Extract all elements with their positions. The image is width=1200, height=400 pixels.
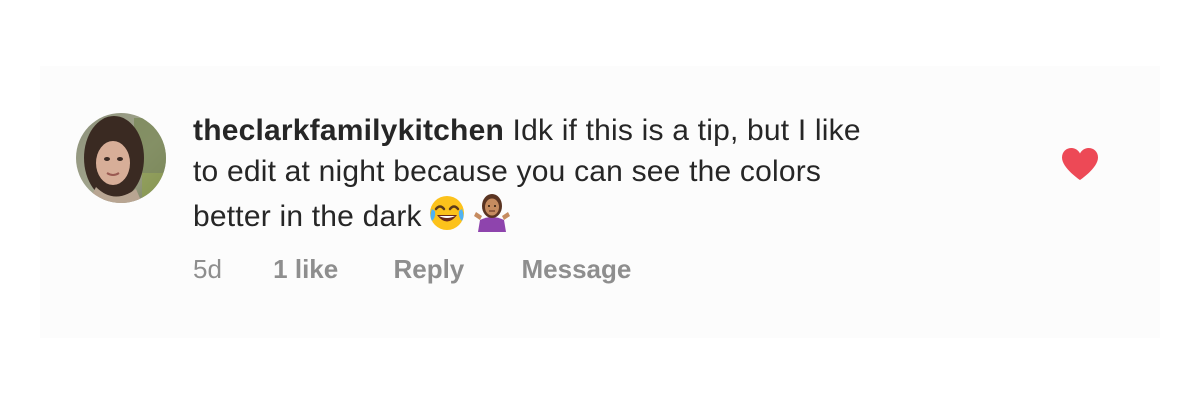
comment-text-line-2: to edit at night because you can see the… xyxy=(193,155,822,188)
comment-text: theclarkfamilykitchen Idk if this is a t… xyxy=(193,110,1033,243)
face-with-tears-of-joy-icon xyxy=(428,194,466,243)
message-button[interactable]: Message xyxy=(522,252,632,286)
heart-icon[interactable] xyxy=(1061,147,1099,181)
likes-count-button[interactable]: 1 like xyxy=(273,252,338,286)
avatar[interactable] xyxy=(76,113,166,203)
comment-text-line-1: Idk if this is a tip, but I like xyxy=(504,114,861,147)
comment-username[interactable]: theclarkfamilykitchen xyxy=(193,114,504,147)
comment-text-line-3: better in the dark xyxy=(193,200,422,233)
comment-actions: 5d 1 like Reply Message xyxy=(193,252,631,286)
comment-timestamp: 5d xyxy=(193,254,222,284)
reply-button[interactable]: Reply xyxy=(393,252,464,286)
person-shrugging-icon xyxy=(472,192,512,243)
avatar-photo xyxy=(76,113,166,203)
comment-screen: theclarkfamilykitchen Idk if this is a t… xyxy=(0,0,1200,400)
